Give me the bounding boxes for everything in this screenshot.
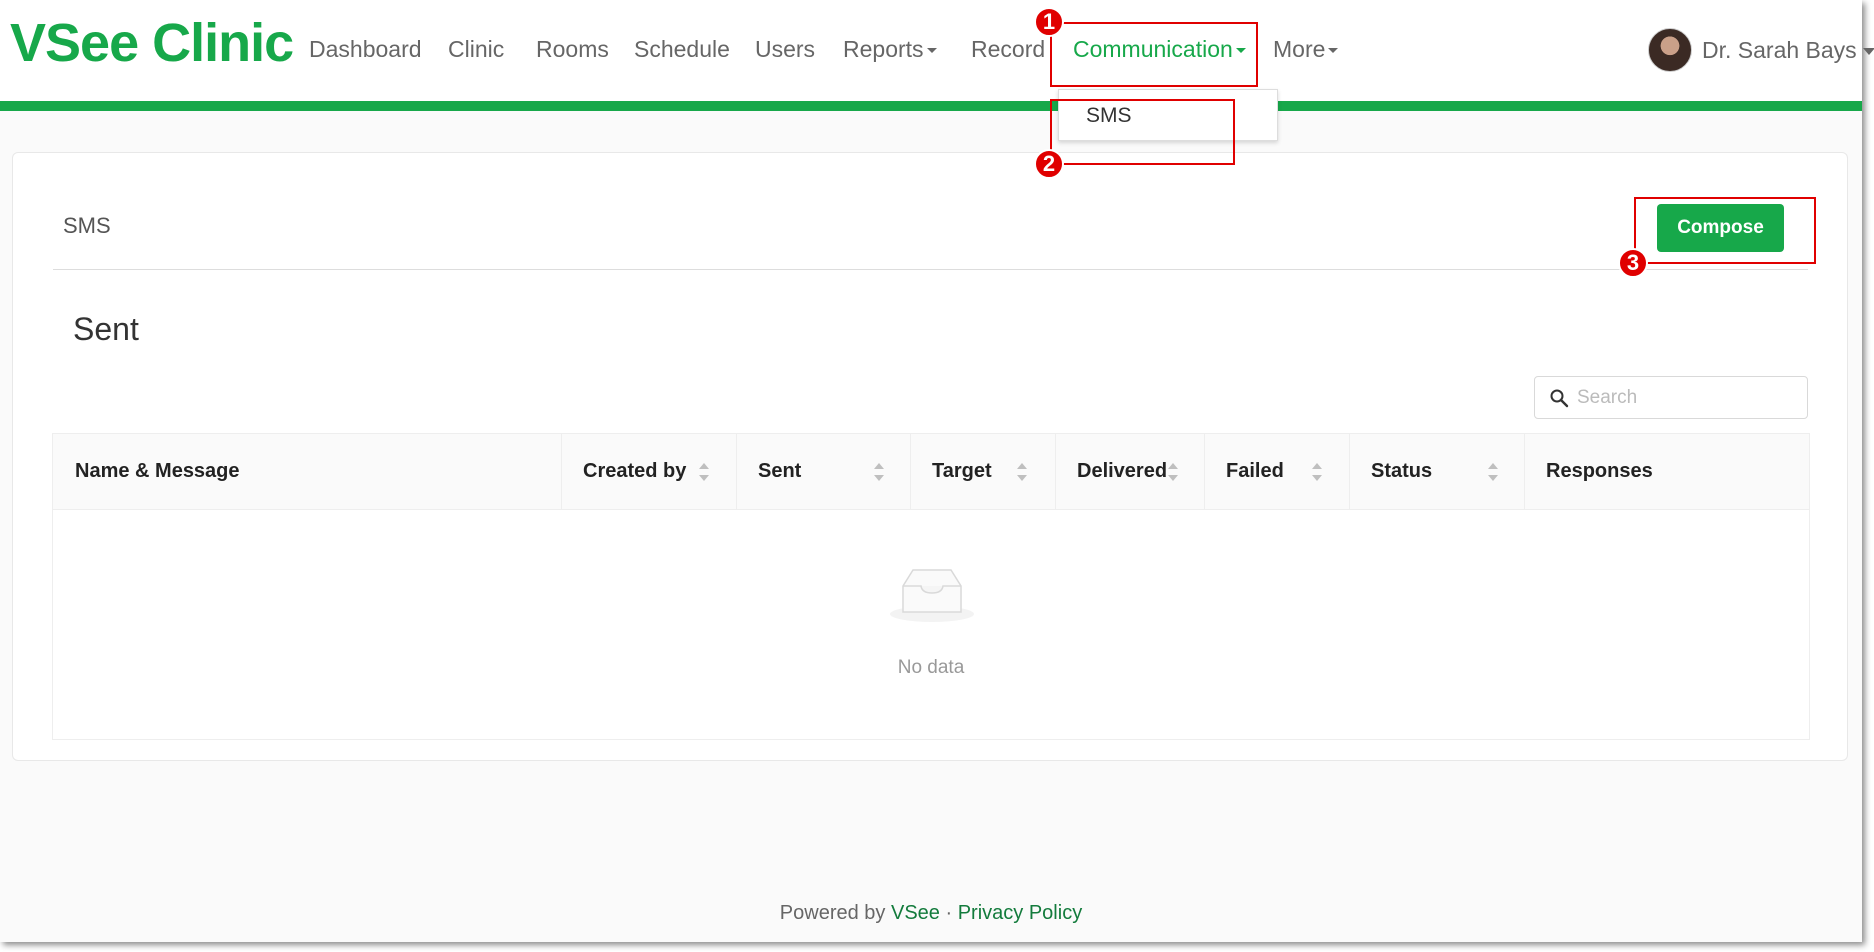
- column-header-name-message: Name & Message: [75, 434, 240, 509]
- column-header-status[interactable]: Status: [1371, 434, 1432, 509]
- sort-icon[interactable]: [1311, 461, 1323, 483]
- nav-record[interactable]: Record: [971, 36, 1045, 63]
- vsee-clinic-logo[interactable]: VSee Clinic: [10, 12, 294, 74]
- column-header-created-by[interactable]: Created by: [583, 434, 686, 509]
- nav-reports[interactable]: Reports: [843, 36, 937, 63]
- column-header-responses: Responses: [1546, 434, 1653, 509]
- column-divider: [910, 434, 911, 509]
- column-header-sent[interactable]: Sent: [758, 434, 801, 509]
- top-header: VSee Clinic Dashboard Clinic Rooms Sched…: [0, 0, 1874, 101]
- column-label: Failed: [1226, 460, 1284, 482]
- nav-rooms[interactable]: Rooms: [536, 36, 609, 63]
- column-label: Delivered: [1077, 460, 1168, 482]
- column-label: Responses: [1546, 460, 1653, 482]
- divider: [53, 269, 1808, 270]
- annotation-badge-2: 2: [1034, 149, 1064, 179]
- empty-inbox-icon: [890, 569, 974, 622]
- column-label: Target: [932, 460, 992, 482]
- nav-reports-label: Reports: [843, 36, 924, 62]
- user-name: Dr. Sarah Bays: [1702, 37, 1874, 64]
- search-input[interactable]: [1575, 383, 1799, 413]
- app-window: VSee Clinic Dashboard Clinic Rooms Sched…: [0, 0, 1874, 942]
- sort-icon[interactable]: [1167, 461, 1179, 483]
- chevron-down-icon: [1862, 47, 1874, 55]
- header-accent-bar: [0, 101, 1862, 111]
- nav-more-label: More: [1273, 36, 1326, 62]
- nav-clinic[interactable]: Clinic: [448, 36, 504, 63]
- sort-icon[interactable]: [698, 461, 710, 483]
- sort-icon[interactable]: [1016, 461, 1028, 483]
- empty-text: No data: [897, 657, 965, 678]
- sort-icon[interactable]: [873, 461, 885, 483]
- annotation-badge-1: 1: [1034, 7, 1064, 37]
- column-divider: [561, 434, 562, 509]
- search-icon: [1550, 389, 1569, 408]
- user-menu[interactable]: Dr. Sarah Bays: [1648, 28, 1874, 72]
- column-label: Status: [1371, 460, 1433, 482]
- annotation-box-2: [1050, 99, 1235, 165]
- sort-icon[interactable]: [1487, 461, 1499, 483]
- table-header: Name & Message Created by Sent Target De…: [53, 434, 1809, 510]
- column-header-failed[interactable]: Failed: [1226, 434, 1284, 509]
- chevron-down-icon: [926, 48, 937, 54]
- annotation-box-1: [1050, 22, 1258, 87]
- chevron-down-icon: [1328, 48, 1339, 54]
- powered-by-text: Powered by: [779, 902, 886, 924]
- annotation-badge-3: 3: [1618, 248, 1648, 278]
- sms-table: Name & Message Created by Sent Target De…: [52, 433, 1810, 740]
- column-label: Name & Message: [75, 460, 240, 482]
- nav-more[interactable]: More: [1273, 36, 1339, 63]
- search-box[interactable]: [1534, 376, 1808, 419]
- user-name-label: Dr. Sarah Bays: [1702, 36, 1857, 63]
- column-divider: [1524, 434, 1525, 509]
- column-label: Created by: [583, 460, 687, 482]
- privacy-policy-link[interactable]: Privacy Policy: [958, 902, 1082, 924]
- footer: Powered by VSee · Privacy Policy: [0, 902, 1862, 925]
- page-title: SMS: [63, 213, 111, 238]
- avatar: [1648, 28, 1692, 72]
- section-title-sent: Sent: [73, 311, 139, 347]
- footer-separator: ·: [945, 902, 953, 924]
- nav-users[interactable]: Users: [755, 36, 815, 63]
- column-divider: [736, 434, 737, 509]
- column-header-target[interactable]: Target: [932, 434, 992, 509]
- nav-schedule[interactable]: Schedule: [634, 36, 730, 63]
- column-label: Sent: [758, 460, 802, 482]
- column-divider: [1349, 434, 1350, 509]
- table-empty-state: No data: [53, 509, 1809, 739]
- vsee-link[interactable]: VSee: [891, 902, 940, 924]
- annotation-box-3: [1634, 197, 1816, 264]
- nav-dashboard[interactable]: Dashboard: [309, 36, 422, 63]
- column-header-delivered[interactable]: Delivered: [1077, 434, 1167, 509]
- column-divider: [1055, 434, 1056, 509]
- column-divider: [1204, 434, 1205, 509]
